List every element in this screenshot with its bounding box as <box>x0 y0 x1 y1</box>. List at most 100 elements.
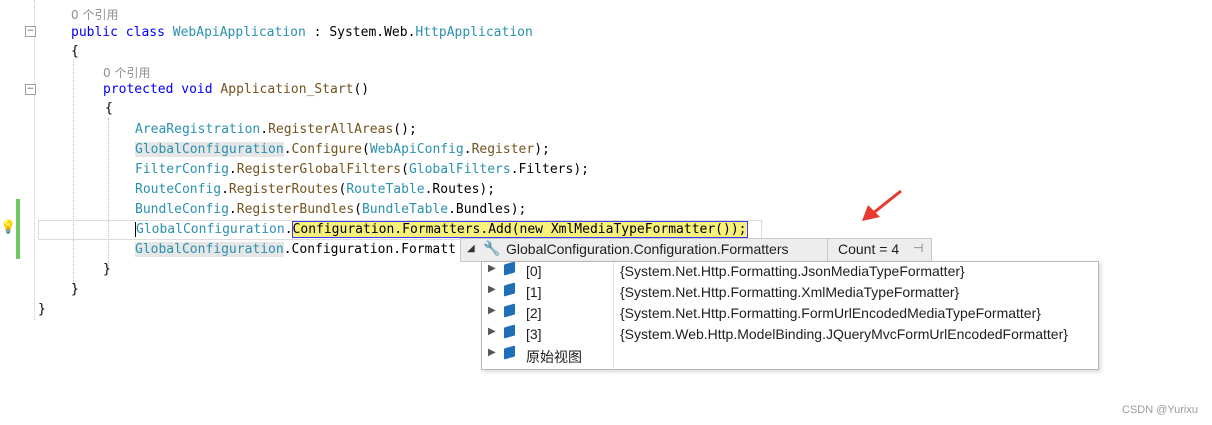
datatip-row-value[interactable]: {System.Net.Http.Formatting.FormUrlEncod… <box>620 305 1041 321</box>
expand-arrow-icon[interactable]: ▶ <box>488 347 496 358</box>
indent-guide <box>108 118 109 268</box>
datatip-row[interactable]: ▶ [0] {System.Net.Http.Formatting.JsonMe… <box>482 261 1098 283</box>
field-cube-icon <box>504 345 515 360</box>
type-name: GlobalConfiguration <box>135 142 284 157</box>
code-line-brace[interactable]: } <box>71 280 79 300</box>
datatip-row-name: 原始视图 <box>526 349 582 365</box>
code-line-brace[interactable]: { <box>105 99 113 119</box>
code-line-brace[interactable]: } <box>38 300 46 320</box>
datatip-row[interactable]: ▶ [1] {System.Net.Http.Formatting.XmlMed… <box>482 282 1098 304</box>
field-cube-icon <box>504 261 515 276</box>
field-cube-icon <box>504 282 515 297</box>
expand-arrow-icon[interactable]: ▶ <box>488 284 496 295</box>
collapse-method-button[interactable]: − <box>25 84 36 95</box>
paren: ( <box>401 162 409 177</box>
method-name: Application_Start <box>220 82 354 97</box>
selected-expression: Configuration.Formatters.Add(new XmlMedi… <box>291 221 748 238</box>
datatip-count[interactable]: Count = 4 <box>838 241 899 257</box>
type-name: RouteTable <box>346 182 425 197</box>
keyword: class <box>125 25 165 40</box>
datatip-expression[interactable]: GlobalConfiguration.Configuration.Format… <box>506 241 788 257</box>
expand-arrow-icon[interactable]: ▶ <box>488 326 496 337</box>
code-line-class-declaration[interactable]: public class WebApiApplication : System.… <box>71 23 533 43</box>
base-class: HttpApplication <box>415 25 533 40</box>
type-name: BundleTable <box>361 202 449 217</box>
keyword: void <box>181 82 213 97</box>
pin-icon[interactable]: ⊣ <box>913 241 923 255</box>
datatip-header: ◢ 🔧 GlobalConfiguration.Configuration.Fo… <box>460 238 932 262</box>
field-cube-icon <box>504 303 515 318</box>
collapse-class-button[interactable]: − <box>25 26 36 37</box>
method-name: RegisterGlobalFilters <box>236 162 402 177</box>
datatip-row-name: [1] <box>526 284 542 300</box>
datatip-row[interactable]: ▶ [2] {System.Net.Http.Formatting.FormUr… <box>482 303 1098 325</box>
dot: . <box>284 222 293 237</box>
code-rest: .Routes); <box>424 182 496 197</box>
method-name: RegisterBundles <box>236 202 355 217</box>
field-cube-icon <box>504 324 515 339</box>
code-line[interactable]: BundleConfig.RegisterBundles(BundleTable… <box>135 200 526 220</box>
code-line[interactable]: FilterConfig.RegisterGlobalFilters(Globa… <box>135 160 589 180</box>
datatip-row-value[interactable]: {System.Net.Http.Formatting.XmlMediaType… <box>620 284 959 300</box>
method-name: Register <box>471 142 535 157</box>
params: () <box>353 82 370 97</box>
paren: ( <box>362 142 370 157</box>
lightbulb-icon[interactable]: 💡 <box>0 220 16 235</box>
namespace: System.Web. <box>329 25 416 40</box>
annotation-arrow-icon <box>862 189 902 221</box>
method-name: Configure <box>291 142 362 157</box>
datatip-row-raw-view[interactable]: ▶ 原始视图 <box>482 345 1098 367</box>
dot: . <box>463 142 472 157</box>
code-line-method-declaration[interactable]: protected void Application_Start() <box>103 80 369 100</box>
method-name: RegisterAllAreas <box>268 122 394 137</box>
code-rest: (); <box>393 122 417 137</box>
datatip-row-name: [0] <box>526 263 542 279</box>
expand-arrow-icon[interactable]: ▶ <box>488 263 496 274</box>
code-line[interactable]: GlobalConfiguration.Configuration.Format… <box>135 240 456 260</box>
code-line[interactable]: AreaRegistration.RegisterAllAreas(); <box>135 120 417 140</box>
dot: . <box>260 122 269 137</box>
datatip-row-name: [2] <box>526 305 542 321</box>
type-name: GlobalFilters <box>408 162 511 177</box>
outline-guide <box>34 0 35 320</box>
code-rest: .Configuration.Formatt <box>283 242 456 257</box>
collapse-icon[interactable]: ◢ <box>467 243 475 254</box>
type-name: WebApiConfig <box>369 142 464 157</box>
datatip-panel: ▶ [0] {System.Net.Http.Formatting.JsonMe… <box>481 261 1099 370</box>
reference-count-lens[interactable]: 0 个引用 <box>71 6 118 23</box>
paren: ( <box>354 202 362 217</box>
datatip-row-value[interactable]: {System.Web.Http.ModelBinding.JQueryMvcF… <box>620 326 1068 342</box>
dot: . <box>228 162 237 177</box>
code-line-current[interactable]: GlobalConfiguration.Configuration.Format… <box>135 220 748 240</box>
dot: . <box>221 182 229 197</box>
type-name: GlobalConfiguration <box>135 222 285 237</box>
indent-guide <box>73 60 74 285</box>
datatip-row-value[interactable]: {System.Net.Http.Formatting.JsonMediaTyp… <box>620 263 965 279</box>
wrench-icon: 🔧 <box>483 240 501 256</box>
type-name: GlobalConfiguration <box>135 242 284 257</box>
expand-arrow-icon[interactable]: ▶ <box>488 305 496 316</box>
datatip-row-name: [3] <box>526 326 542 342</box>
type-name: BundleConfig <box>135 202 229 217</box>
datatip-divider <box>827 239 828 261</box>
code-rest: .Bundles); <box>448 202 527 217</box>
code-rest: .Filters); <box>510 162 589 177</box>
code-line[interactable]: RouteConfig.RegisterRoutes(RouteTable.Ro… <box>135 180 495 200</box>
keyword: protected <box>103 82 174 97</box>
datatip-row[interactable]: ▶ [3] {System.Web.Http.ModelBinding.JQue… <box>482 324 1098 346</box>
code-line-brace[interactable]: { <box>71 42 79 62</box>
method-name: RegisterRoutes <box>228 182 339 197</box>
keyword: public <box>71 25 118 40</box>
change-indicator <box>16 199 20 259</box>
separator: : <box>305 25 330 40</box>
type-name: AreaRegistration <box>135 122 261 137</box>
code-line[interactable]: GlobalConfiguration.Configure(WebApiConf… <box>135 140 550 160</box>
dot: . <box>283 142 292 157</box>
type-name: RouteConfig <box>135 182 222 197</box>
code-line-brace[interactable]: } <box>103 260 111 280</box>
class-name: WebApiApplication <box>172 25 306 40</box>
code-rest: ); <box>534 142 550 157</box>
type-name: FilterConfig <box>135 162 229 177</box>
reference-count-lens[interactable]: 0 个引用 <box>103 64 150 81</box>
dot: . <box>228 202 237 217</box>
